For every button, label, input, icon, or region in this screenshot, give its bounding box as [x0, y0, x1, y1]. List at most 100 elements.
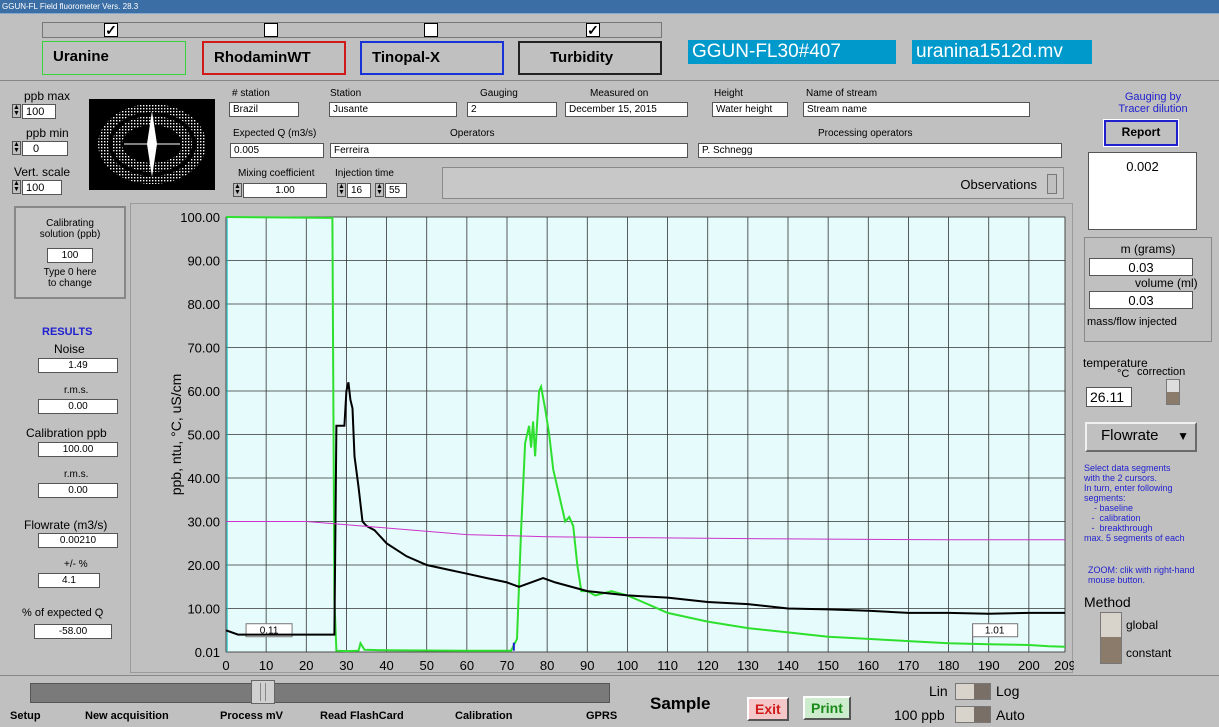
bottom-divider — [0, 675, 1219, 676]
instruction-line: - calibration — [1084, 513, 1141, 523]
temperature-input[interactable]: 26.11 — [1086, 387, 1132, 407]
x-tick-label: 0 — [222, 658, 229, 673]
process-slider-thumb[interactable] — [251, 680, 275, 704]
scale-mode-switch[interactable] — [955, 706, 991, 723]
x-tick-label: 80 — [540, 658, 554, 673]
x-tick-label: 30 — [339, 658, 353, 673]
volume-input[interactable]: 0.03 — [1089, 291, 1193, 309]
height-label: Height — [714, 88, 743, 99]
y-tick-label: 10.00 — [187, 602, 220, 617]
observations-box[interactable]: Observations — [442, 167, 1064, 199]
print-button[interactable]: Print — [803, 696, 851, 720]
y-tick-label: 40.00 — [187, 471, 220, 486]
process-slider-track[interactable] — [30, 683, 610, 703]
calibration-ppb-value: 100.00 — [38, 442, 118, 457]
m-label: m (grams) — [1120, 242, 1176, 256]
height-input[interactable]: Water height — [712, 102, 788, 117]
method-switch[interactable] — [1100, 612, 1122, 664]
gauging-label: Gauging — [480, 88, 518, 99]
lin-log-switch[interactable] — [955, 683, 991, 700]
y-tick-label: 0.01 — [195, 645, 220, 660]
m-input[interactable]: 0.03 — [1089, 258, 1193, 276]
results-title: RESULTS — [42, 326, 93, 338]
turbidity-button[interactable]: Turbidity — [518, 41, 662, 75]
gauging-input[interactable]: 2 — [467, 102, 557, 117]
instruction-line: segments: — [1084, 493, 1126, 503]
file-name: uranina1512d.mv — [912, 40, 1092, 64]
temp-correction-toggle[interactable] — [1166, 379, 1180, 405]
setup-label[interactable]: Setup — [10, 710, 41, 722]
injection-min-stepper[interactable]: ▲ ▼ — [375, 183, 384, 197]
operators-input[interactable]: Ferreira — [330, 143, 688, 158]
expected-pct-value: -58.00 — [34, 624, 112, 639]
mass-flow-label: mass/flow injected — [1087, 316, 1177, 328]
injection-hour-stepper[interactable]: ▲ ▼ — [337, 183, 346, 197]
x-tick-label: 209 — [1054, 658, 1074, 673]
calib-input[interactable]: 100 — [47, 248, 93, 263]
cursor-right-value: 1.01 — [985, 626, 1005, 637]
rms2-value: 0.00 — [38, 483, 118, 498]
x-tick-label: 20 — [299, 658, 313, 673]
injection-hour-input[interactable]: 16 — [347, 183, 371, 198]
injection-min-input[interactable]: 55 — [385, 183, 407, 198]
stream-input[interactable]: Stream name — [803, 102, 1030, 117]
gauging-title1: Gauging by — [1124, 91, 1182, 103]
ppb-min-stepper[interactable]: ▲ ▼ — [12, 141, 21, 155]
measured-input[interactable]: December 15, 2015 — [565, 102, 688, 117]
ppb-max-label: ppb max — [24, 89, 71, 103]
zoom-hint: ZOOM: clik with right-hand mouse button. — [1088, 565, 1219, 585]
x-tick-label: 100 — [617, 658, 639, 673]
read-flashcard-label[interactable]: Read FlashCard — [320, 710, 404, 722]
uranine-checkbox[interactable]: ✓ — [104, 23, 118, 37]
instruction-line: In turn, enter following — [1084, 483, 1173, 493]
temp-correction-label: correction — [1137, 366, 1186, 378]
chevron-down-icon: ▼ — [1177, 429, 1189, 443]
y-tick-label: 100.00 — [180, 210, 220, 225]
calibration-ppb-label: Calibration ppb — [26, 426, 107, 440]
tinopal-button[interactable]: Tinopal-X — [360, 41, 504, 75]
ppb-max-input[interactable]: 100 — [22, 104, 56, 119]
flowrate-dropdown[interactable]: Flowrate ▼ — [1085, 422, 1197, 452]
turbidity-checkbox[interactable]: ✓ — [586, 23, 600, 37]
mixing-stepper[interactable]: ▲ ▼ — [233, 183, 242, 197]
mixing-input[interactable]: 1.00 — [243, 183, 327, 198]
mixing-label: Mixing coefficient — [238, 168, 315, 179]
vert-scale-stepper[interactable]: ▲ ▼ — [12, 180, 21, 194]
rhodamin-button[interactable]: RhodaminWT — [202, 41, 346, 75]
ppb-min-input[interactable]: 0 — [22, 141, 68, 156]
chart-frame: 0 10 20 30 40 50 60 70 80 90 100 110 120 130 140 150 160… — [130, 203, 1074, 674]
y-tick-label: 80.00 — [187, 297, 220, 312]
calib-title1: Calibrating — [46, 218, 94, 229]
x-tick-label: 40 — [379, 658, 393, 673]
device-id: GGUN-FL30#407 — [688, 40, 896, 64]
chart[interactable]: 0 10 20 30 40 50 60 70 80 90 100 110 120 130 140 150 160… — [131, 204, 1074, 674]
method-label: Method — [1084, 594, 1131, 610]
tinopal-checkbox[interactable] — [424, 23, 438, 37]
y-tick-label: 60.00 — [187, 384, 220, 399]
exit-button[interactable]: Exit — [747, 697, 789, 721]
new-acquisition-label[interactable]: New acquisition — [85, 710, 169, 722]
compass-icon — [89, 99, 215, 190]
y-tick-label: 90.00 — [187, 254, 220, 269]
gprs-label[interactable]: GPRS — [586, 710, 617, 722]
x-tick-label: 190 — [978, 658, 1000, 673]
calibration-label[interactable]: Calibration — [455, 710, 512, 722]
processing-operators-input[interactable]: P. Schnegg — [698, 143, 1062, 158]
observations-toggle[interactable] — [1047, 174, 1057, 194]
rms1-label: r.m.s. — [64, 385, 89, 396]
x-tick-label: 130 — [737, 658, 759, 673]
station-input[interactable]: Jusante — [329, 102, 457, 117]
observations-label: Observations — [960, 177, 1037, 192]
ppb-max-stepper[interactable]: ▲ ▼ — [12, 104, 21, 118]
uranine-button[interactable]: Uranine — [42, 41, 186, 75]
station-no-input[interactable]: Brazil — [229, 102, 299, 117]
y-tick-label: 70.00 — [187, 341, 220, 356]
operators-label: Operators — [450, 128, 495, 139]
process-mv-label[interactable]: Process mV — [220, 710, 283, 722]
measured-label: Measured on — [590, 88, 649, 99]
rhodamin-checkbox[interactable] — [264, 23, 278, 37]
report-button[interactable]: Report — [1103, 119, 1179, 147]
expected-q-input[interactable]: 0.005 — [230, 143, 324, 158]
rms1-value: 0.00 — [38, 399, 118, 414]
vert-scale-input[interactable]: 100 — [22, 180, 62, 195]
